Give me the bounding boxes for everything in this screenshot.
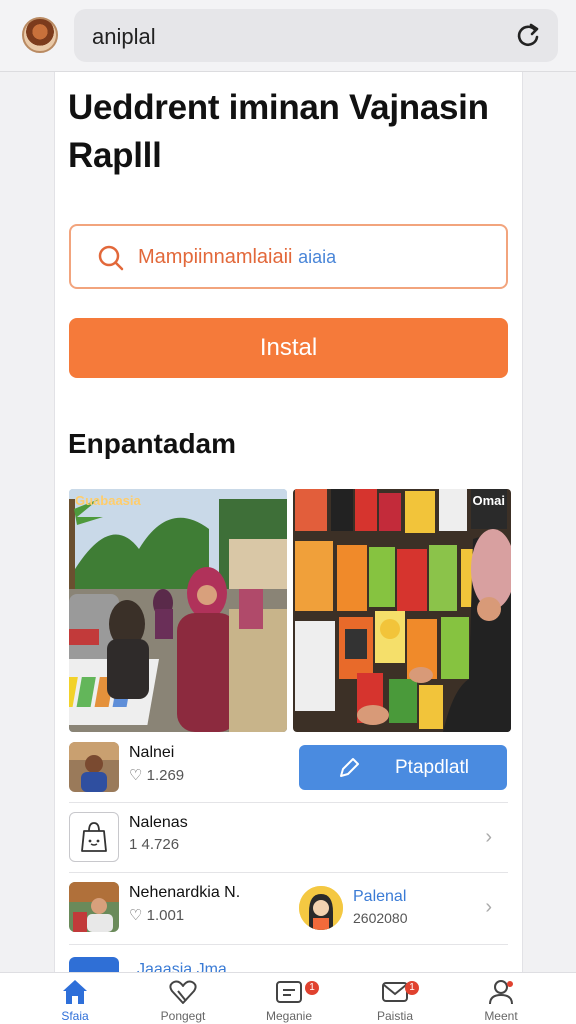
home-icon	[63, 980, 87, 1004]
photo-tag: Guabaasia	[75, 493, 141, 508]
bookshelf-scene-image	[293, 489, 511, 732]
nav-item-favorites[interactable]: Pongegt	[143, 977, 223, 1024]
profile-icon	[489, 980, 513, 1005]
bottom-navigation: Sfaia Pongegt Meganie 1 Paistia 1 Meent	[0, 972, 576, 1024]
nav-item-label: Sfaia	[61, 1009, 89, 1023]
list-item-meta: ♡ 1.269	[129, 767, 185, 784]
heart-icon	[169, 980, 197, 1004]
account-avatar[interactable]	[22, 17, 58, 53]
address-bar[interactable]: aniplal	[74, 9, 558, 62]
market-scene-image	[69, 489, 287, 732]
bookshelf-photo[interactable]: Omai	[293, 489, 511, 732]
profile-meta: 2602080	[353, 910, 408, 926]
page-title: Ueddrent iminan Vajnasin Raplll	[68, 88, 489, 175]
bag-icon	[69, 812, 119, 862]
divider	[69, 944, 508, 945]
nav-item-messages[interactable]: Meganie 1	[249, 977, 329, 1024]
nav-item-label: Pongegt	[160, 1009, 206, 1023]
profile-card[interactable]: Palenal 2602080	[299, 884, 489, 934]
photo-tag: Omai	[472, 493, 505, 508]
divider	[69, 802, 508, 803]
pencil-icon	[340, 758, 359, 777]
list-item-meta: ♡ 1.001	[129, 907, 185, 924]
nav-item-label: Meganie	[265, 1009, 313, 1023]
market-photo[interactable]: Guabaasia	[69, 489, 287, 732]
list-item-title: Nehenardkia N.	[129, 884, 241, 901]
nav-item-home[interactable]: Sfaia	[35, 977, 115, 1024]
list-item-thumbnail	[69, 882, 119, 932]
nav-item-label: Paistia	[376, 1009, 414, 1023]
nav-item-profile[interactable]: Meent	[461, 977, 541, 1024]
profile-name: Palenal	[353, 888, 407, 905]
install-button[interactable]: Instal	[69, 318, 508, 378]
search-placeholder: Mampiinnamlaiaii aiaia	[138, 246, 337, 268]
update-button-label: Ptapdlatl	[395, 757, 469, 778]
reload-icon[interactable]	[514, 21, 542, 49]
message-icon	[276, 981, 302, 1003]
update-button[interactable]: Ptapdlatl	[299, 745, 507, 790]
nav-item-label: Meent	[484, 1009, 518, 1023]
divider	[69, 872, 508, 873]
list-item-title: Nalenas	[129, 814, 188, 831]
browser-top-bar: aniplal	[0, 0, 576, 72]
notification-badge: 1	[305, 981, 319, 995]
search-icon	[98, 245, 124, 271]
list-item-meta: 1 4.726	[129, 836, 180, 853]
notification-badge: 1	[405, 981, 419, 995]
search-input[interactable]: Mampiinnamlaiaii aiaia	[69, 224, 508, 289]
url-text[interactable]: aniplal	[92, 24, 156, 50]
chevron-right-icon: ›	[485, 826, 492, 848]
profile-avatar	[299, 886, 343, 930]
section-heading: Enpantadam	[68, 428, 237, 459]
list-item-title: Nalnei	[129, 744, 175, 761]
nav-item-mail[interactable]: Paistia 1	[355, 977, 435, 1024]
list-item-thumbnail	[69, 742, 119, 792]
